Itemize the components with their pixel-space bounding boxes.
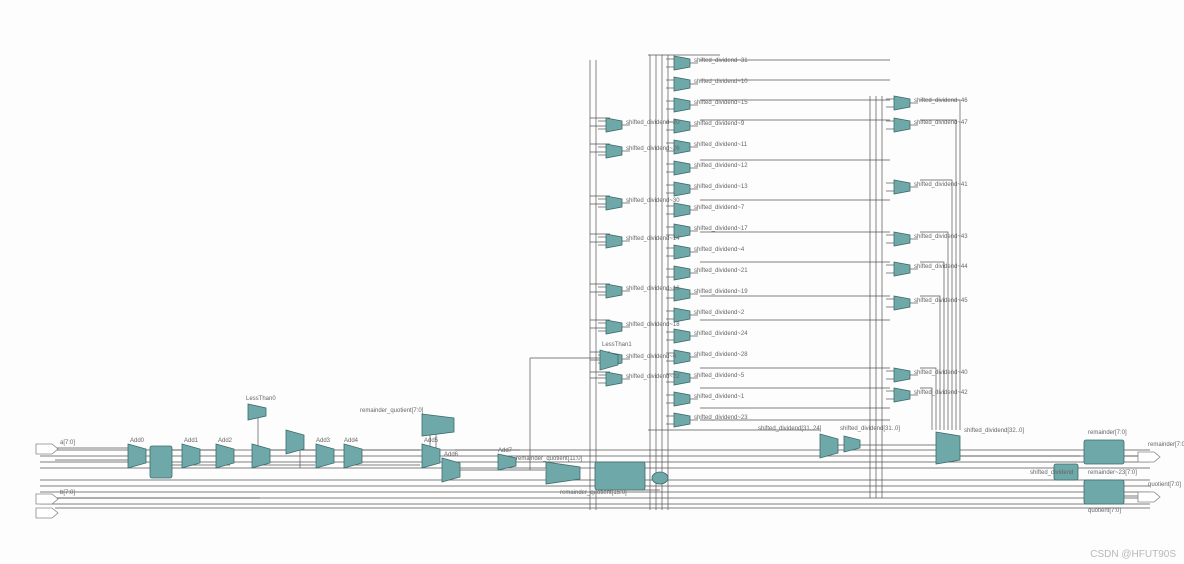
col3-gates [886, 96, 918, 402]
mux-gate [674, 266, 690, 280]
mux-gate [674, 350, 690, 364]
mux-gate [674, 56, 690, 70]
shifted-dividend-reg [1054, 464, 1078, 480]
add5-mux [422, 444, 440, 468]
output-port-rem [1138, 452, 1160, 462]
bottom-datapath [128, 404, 1124, 504]
mux-gate [606, 118, 622, 132]
mux-gate [894, 262, 910, 276]
output-port-quot [1138, 492, 1160, 502]
mux-gate [674, 203, 690, 217]
mux-gate [674, 329, 690, 343]
input-port-a [36, 444, 58, 454]
col2-gates [666, 56, 698, 427]
schematic-canvas [0, 0, 1184, 564]
mux-gate [674, 140, 690, 154]
mux-gate [606, 320, 622, 334]
big-mux-32 [936, 432, 960, 464]
mux-gate [894, 368, 910, 382]
mux-bl5 [286, 430, 304, 454]
mux-gate [894, 180, 910, 194]
col1-gates [598, 118, 630, 386]
mux-bl1 [128, 444, 146, 468]
add7-mux [498, 454, 516, 470]
mux-gate [674, 77, 690, 91]
shifted-div-mux-a [820, 434, 838, 458]
mux-gate [674, 308, 690, 322]
mux-gate [674, 413, 690, 427]
mux-gate [894, 96, 910, 110]
mux-gate [674, 161, 690, 175]
wire-net [40, 55, 1150, 510]
mux-gate [894, 296, 910, 310]
mux-gate [674, 287, 690, 301]
lessthan1-gate [600, 350, 618, 370]
mux-gate [606, 372, 622, 386]
mux-gate [606, 196, 622, 210]
add4-mux [344, 444, 362, 468]
input-port-b2 [36, 508, 58, 518]
mux-gate [606, 284, 622, 298]
lessthan0-gate [248, 404, 266, 420]
add0-block [150, 446, 172, 478]
mux-bl3 [216, 444, 234, 468]
mux-gate [674, 392, 690, 406]
rem-quot-110-mux [546, 462, 580, 484]
mux-gate [674, 182, 690, 196]
mux-gate [894, 232, 910, 246]
watermark-text: CSDN @HFUT90S [1090, 549, 1176, 560]
mux-gate [674, 245, 690, 259]
mux-gate [606, 144, 622, 158]
rem-quot-150-block [595, 462, 645, 490]
mux-gate [606, 234, 622, 248]
add6-mux [442, 458, 460, 482]
shifted-div-gate-b [844, 436, 860, 452]
mux-gate [674, 224, 690, 238]
mux-gate [674, 371, 690, 385]
mux-gate [674, 119, 690, 133]
lessthan1-small [652, 472, 668, 484]
mux-gate [894, 118, 910, 132]
svg-root [0, 0, 1184, 564]
input-port-b [36, 494, 58, 504]
mux-gate [674, 98, 690, 112]
remainder-out-block [1084, 440, 1124, 464]
mux-bl2 [182, 444, 200, 468]
rem-quot-70-mux [422, 414, 454, 436]
add3-mux [316, 444, 334, 468]
mux-bl4 [252, 444, 270, 468]
mux-gate [894, 388, 910, 402]
quotient-out-block [1084, 480, 1124, 504]
